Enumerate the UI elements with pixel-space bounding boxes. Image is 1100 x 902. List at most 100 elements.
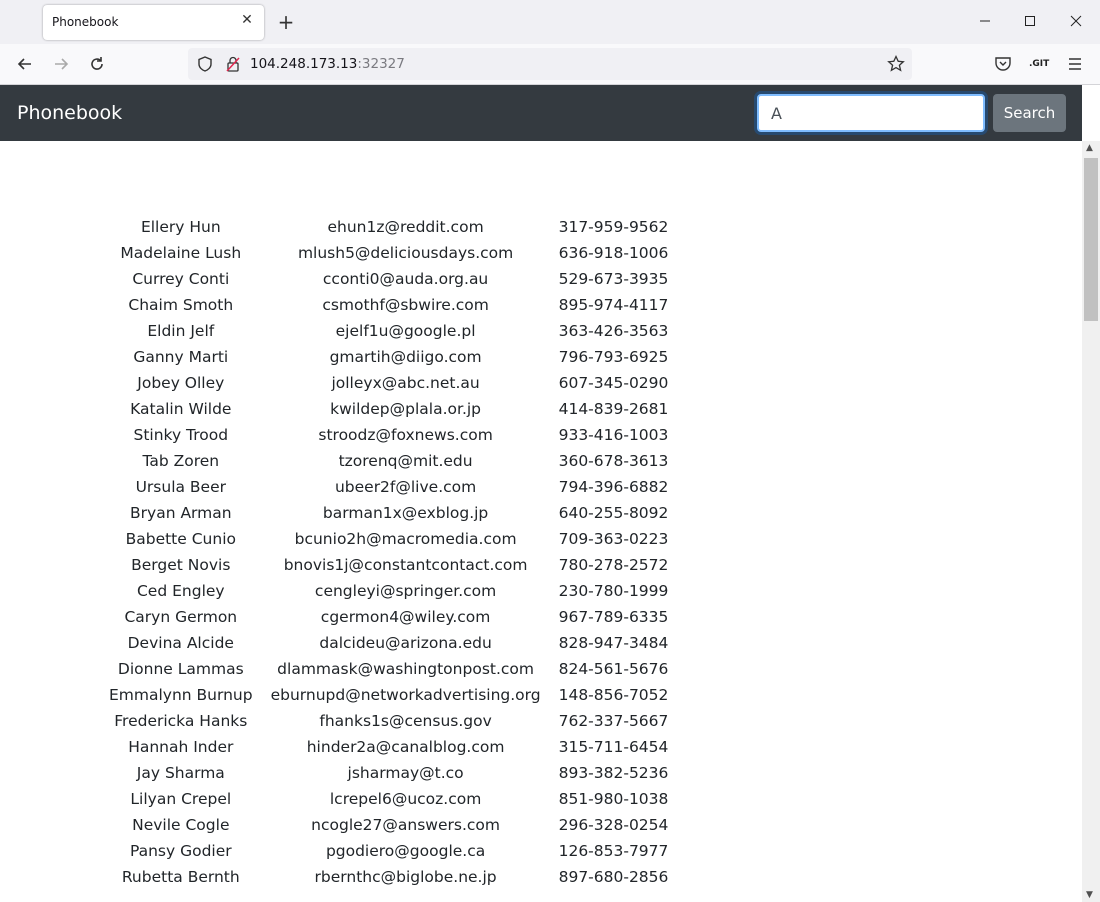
contact-row: Emmalynn Burnup eburnupd@networkadvertisi… [100, 682, 677, 708]
contact-email: eburnupd@networkadvertising.org [270, 686, 541, 704]
contact-name: Berget Novis [131, 556, 231, 574]
contact-phone: 607-345-0290 [558, 374, 669, 392]
contact-phone: 529-673-3935 [558, 270, 669, 288]
contact-row: Madelaine Lush mlush5@deliciousdays.com 63… [100, 240, 677, 266]
scroll-up-arrow-icon[interactable]: ▲ [1086, 143, 1093, 153]
contact-row: Ced Engley cengleyi@springer.com 230-780-1… [100, 578, 677, 604]
contact-email: gmartih@diigo.com [329, 348, 482, 366]
contact-row: Jay Sharma jsharmay@t.co 893-382-5236 [100, 760, 677, 786]
url-text: 104.248.173.13:32327 [250, 56, 405, 72]
contact-name: Madelaine Lush [120, 244, 242, 262]
contact-name: Ursula Beer [135, 478, 227, 496]
contact-email: kwildep@plala.or.jp [330, 400, 482, 418]
forward-arrow-icon[interactable] [51, 54, 71, 74]
page-scrollbar[interactable]: ▲ ▼ [1082, 141, 1100, 902]
scroll-down-arrow-icon[interactable]: ▼ [1086, 890, 1093, 900]
contact-phone: 296-328-0254 [558, 816, 669, 834]
contact-row: Devina Alcide dalcideu@arizona.edu 828-947… [100, 630, 677, 656]
browser-toolbar: 104.248.173.13:32327 .GIT [0, 44, 1100, 85]
contact-phone: 709-363-0223 [558, 530, 669, 548]
contact-email: dlammask@washingtonpost.com [277, 660, 534, 678]
tab-title: Phonebook [52, 15, 119, 29]
contact-email: jolleyx@abc.net.au [331, 374, 480, 392]
hamburger-menu-icon[interactable] [1065, 54, 1085, 74]
contact-name: Rubetta Bernth [121, 868, 240, 886]
contact-row: Tab Zoren tzorenq@mit.edu 360-678-3613 [100, 448, 677, 474]
contact-name: Ellery Hun [140, 218, 221, 236]
contact-row: Nevile Cogle ncogle27@answers.com 296-328-… [100, 812, 677, 838]
main-content: Ellery Hun ehun1z@reddit.com 317-959-9562 M… [0, 141, 1082, 902]
contact-email: hinder2a@canalblog.com [306, 738, 505, 756]
contact-name: Ced Engley [136, 582, 225, 600]
contact-row: Bryan Arman barman1x@exblog.jp 640-255-809… [100, 500, 677, 526]
contact-name: Chaim Smoth [128, 296, 234, 314]
reload-icon[interactable] [87, 54, 107, 74]
contact-name: Katalin Wilde [130, 400, 232, 418]
contact-name: Stinky Trood [133, 426, 229, 444]
contact-email: mlush5@deliciousdays.com [297, 244, 514, 262]
contact-phone: 126-853-7977 [558, 842, 669, 860]
address-bar[interactable]: 104.248.173.13:32327 [188, 48, 912, 80]
contact-email: bnovis1j@constantcontact.com [283, 556, 528, 574]
contact-email: cgermon4@wiley.com [320, 608, 491, 626]
contact-name: Hannah Inder [128, 738, 234, 756]
scrollbar-thumb[interactable] [1084, 158, 1098, 321]
contact-phone: 363-426-3563 [558, 322, 669, 340]
contact-email: pgodiero@google.ca [325, 842, 486, 860]
search-input[interactable] [757, 94, 985, 132]
contact-email: bcunio2h@macromedia.com [294, 530, 517, 548]
contact-row: Chaim Smoth csmothf@sbwire.com 895-974-411… [100, 292, 677, 318]
contact-phone: 893-382-5236 [558, 764, 669, 782]
contact-email: cengleyi@springer.com [314, 582, 497, 600]
contact-name: Babette Cunio [125, 530, 236, 548]
contact-phone: 230-780-1999 [558, 582, 669, 600]
contact-phone: 780-278-2572 [558, 556, 669, 574]
contact-row: Dionne Lammas dlammask@washingtonpost.com… [100, 656, 677, 682]
contact-row: Jobey Olley jolleyx@abc.net.au 607-345-029… [100, 370, 677, 396]
contact-phone: 636-918-1006 [558, 244, 669, 262]
contact-row: Eldin Jelf ejelf1u@google.pl 363-426-3563 [100, 318, 677, 344]
contact-name: Currey Conti [132, 270, 230, 288]
contact-row: Fredericka Hanks fhanks1s@census.gov 762-3… [100, 708, 677, 734]
back-arrow-icon[interactable] [15, 54, 35, 74]
search-button[interactable]: Search [993, 94, 1066, 132]
window-close-icon[interactable] [1061, 8, 1091, 34]
contact-phone: 640-255-8092 [558, 504, 669, 522]
contact-email: rbernthc@biglobe.ne.jp [314, 868, 497, 886]
contact-row: Babette Cunio bcunio2h@macromedia.com 709-… [100, 526, 677, 552]
contact-name: Eldin Jelf [147, 322, 215, 340]
git-extension-icon[interactable]: .GIT [1029, 54, 1049, 74]
contact-name: Devina Alcide [127, 634, 234, 652]
contacts-table-body: Ellery Hun ehun1z@reddit.com 317-959-9562 M… [100, 214, 677, 890]
tracking-shield-icon[interactable] [196, 55, 214, 77]
contact-row: Caryn Germon cgermon4@wiley.com 967-789-63… [100, 604, 677, 630]
browser-tab[interactable]: Phonebook ✕ [43, 5, 264, 40]
contact-phone: 851-980-1038 [558, 790, 669, 808]
contact-name: Tab Zoren [142, 452, 220, 470]
insecure-lock-icon[interactable] [224, 55, 242, 77]
pocket-icon[interactable] [993, 54, 1013, 74]
app-navbar: Phonebook Search [0, 85, 1082, 141]
url-port: :32327 [357, 56, 405, 72]
browser-tab-bar: Phonebook ✕ + [0, 0, 1100, 44]
contact-row: Ganny Marti gmartih@diigo.com 796-793-6925 [100, 344, 677, 370]
contact-email: stroodz@foxnews.com [318, 426, 493, 444]
contacts-table: Ellery Hun ehun1z@reddit.com 317-959-9562 M… [100, 214, 677, 890]
contact-name: Nevile Cogle [132, 816, 230, 834]
contact-phone: 317-959-9562 [558, 218, 669, 236]
contact-row: Berget Novis bnovis1j@constantcontact.com… [100, 552, 677, 578]
contact-name: Jobey Olley [137, 374, 225, 392]
contact-name: Fredericka Hanks [114, 712, 248, 730]
contact-phone: 895-974-4117 [558, 296, 669, 314]
minimize-icon[interactable] [970, 8, 1000, 34]
contact-phone: 762-337-5667 [558, 712, 669, 730]
close-tab-icon[interactable]: ✕ [239, 12, 255, 28]
maximize-icon[interactable] [1015, 8, 1045, 34]
app-brand[interactable]: Phonebook [17, 102, 122, 124]
bookmark-star-icon[interactable] [886, 54, 906, 78]
contact-phone: 897-680-2856 [558, 868, 669, 886]
contact-email: cconti0@auda.org.au [322, 270, 489, 288]
contact-phone: 360-678-3613 [558, 452, 669, 470]
new-tab-icon[interactable]: + [276, 10, 296, 34]
contact-name: Caryn Germon [124, 608, 238, 626]
